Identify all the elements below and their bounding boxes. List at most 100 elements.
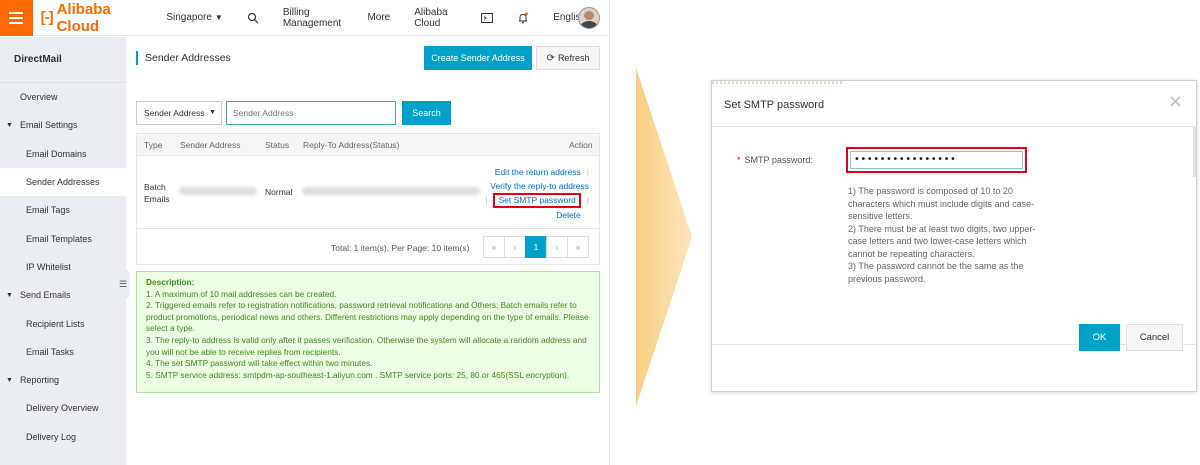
search-field-select-value: Sender Address [144, 108, 205, 118]
refresh-label: Refresh [557, 53, 590, 63]
pager-next-button[interactable]: › [546, 236, 568, 258]
page-title: Sender Addresses [136, 51, 231, 65]
row-status: Normal [265, 187, 293, 197]
avatar[interactable] [578, 7, 600, 29]
create-sender-address-button[interactable]: Create Sender Address [424, 46, 532, 70]
smtp-password-label: * SMTP password: [737, 155, 813, 165]
pagination-total: Total: 1 item(s), Per Page: 10 item(s) [331, 243, 470, 253]
cancel-button[interactable]: Cancel [1126, 324, 1183, 351]
console-screenshot: [-] Alibaba Cloud Singapore ▼ Billing Ma… [0, 0, 610, 465]
sidebar-group-email-settings[interactable]: ▼ Email Settings [0, 111, 126, 139]
smtp-password-input[interactable]: •••••••••••••••• [850, 151, 1023, 169]
col-action: Action [569, 140, 593, 150]
pager-page-button[interactable]: 1 [525, 236, 547, 258]
pager-first-button[interactable]: « [483, 236, 505, 258]
sidebar-group-reporting[interactable]: ▼ Reporting [0, 366, 126, 394]
caret-down-icon: ▼ [214, 13, 223, 22]
sender-table: Type Sender Address Status Reply-To Addr… [136, 133, 600, 265]
terminal-icon[interactable] [481, 12, 494, 24]
sidebar-item-delivery-overview[interactable]: Delivery Overview [0, 394, 126, 422]
transition-arrow-icon [636, 68, 692, 406]
action-separator: | [586, 167, 589, 177]
blurred-reply-to-address [302, 187, 480, 195]
password-rules: 1) The password is composed of 10 to 20 … [848, 185, 1038, 285]
refresh-button[interactable]: ⟳ Refresh [536, 46, 600, 70]
nav-billing-management[interactable]: Billing Management [283, 7, 344, 29]
delete-link[interactable]: Delete [556, 210, 581, 220]
pager-prev-button[interactable]: ‹ [504, 236, 526, 258]
sidebar-item-label: Reporting [19, 375, 59, 386]
description-line: 1. A maximum of 10 mail addresses can be… [146, 288, 337, 299]
row-type: Batch Emails [144, 182, 170, 204]
smtp-password-label-text: SMTP password: [744, 155, 813, 165]
sidebar-item-label: Email Tags [26, 205, 70, 216]
sidebar-item-label: Recipient Lists [26, 318, 85, 329]
region-selector[interactable]: Singapore ▼ [166, 12, 223, 23]
sidebar-item-email-tags[interactable]: Email Tags [0, 196, 126, 224]
search-field-select[interactable]: Sender Address ▼ [136, 101, 222, 125]
description-line: 3. The reply-to address is valid only af… [146, 334, 587, 357]
search-icon[interactable] [247, 12, 259, 24]
table-footer: Total: 1 item(s), Per Page: 10 item(s) «… [137, 230, 599, 264]
sidebar-item-label: Overview [20, 92, 58, 103]
sidebar-item-overview[interactable]: Overview [0, 83, 126, 111]
dialog-header: Set SMTP password × [712, 81, 1196, 127]
sidebar-item-delivery-log[interactable]: Delivery Log [0, 423, 126, 451]
dialog-footer: OK Cancel [712, 324, 1196, 391]
notification-bell-icon[interactable] [517, 12, 529, 24]
sidebar-item-ip-whitelist[interactable]: IP Whitelist [0, 253, 126, 281]
pagination: « ‹ 1 › » [483, 236, 589, 258]
set-smtp-password-link[interactable]: Set SMTP password [498, 195, 575, 205]
sidebar-item-email-domains[interactable]: Email Domains [0, 140, 126, 168]
col-type: Type [144, 140, 163, 150]
description-heading: Description: [146, 277, 195, 287]
sidebar-collapse-toggle-icon[interactable]: ☰ [116, 270, 130, 298]
logo-text: Alibaba Cloud [56, 0, 111, 35]
pager-last-button[interactable]: » [567, 236, 589, 258]
sidebar-item-sender-addresses[interactable]: Sender Addresses [0, 167, 126, 197]
description-line: 5. SMTP service address: smtpdm-ap-south… [146, 369, 570, 380]
nav-alibaba-cloud[interactable]: Alibaba Cloud [414, 7, 457, 29]
close-icon[interactable]: × [1168, 93, 1183, 111]
alibaba-cloud-logo[interactable]: [-] Alibaba Cloud [41, 1, 147, 35]
dialog-body: * SMTP password: •••••••••••••••• 1) The … [712, 127, 1196, 345]
triangle-down-icon: ▼ [6, 121, 13, 129]
smtp-password-dialog: Set SMTP password × * SMTP password: ••••… [711, 80, 1197, 392]
sidebar-item-email-templates[interactable]: Email Templates [0, 224, 126, 252]
sidebar-item-label: IP Whitelist [26, 261, 71, 272]
sidebar-item-label: Email Tasks [26, 346, 74, 357]
col-status: Status [265, 140, 290, 150]
description-line: 4. The set SMTP password will take effec… [146, 358, 373, 369]
menu-icon[interactable] [0, 0, 33, 36]
action-separator: | [586, 195, 589, 205]
row-actions: Edit the return address | Verify the repl… [485, 165, 589, 222]
verify-reply-to-link[interactable]: Verify the reply-to address [490, 181, 589, 191]
triangle-down-icon: ▼ [6, 376, 13, 384]
top-nav: Singapore ▼ Billing Management More Alib… [166, 7, 609, 29]
highlight-box: •••••••••••••••• [846, 147, 1027, 173]
col-reply-to: Reply-To Address(Status) [303, 140, 400, 150]
description-box: Description: 1. A maximum of 10 mail add… [136, 271, 600, 393]
sidebar-title: DirectMail [0, 37, 126, 83]
sidebar-item-label: Email Domains [26, 148, 87, 159]
caret-down-icon: ▼ [209, 109, 216, 116]
search-button[interactable]: Search [402, 101, 451, 125]
sidebar-item-label: Send Emails [19, 290, 71, 301]
search-row: Sender Address ▼ Search [136, 101, 602, 125]
highlight-box: Set SMTP password [493, 193, 581, 208]
main-content: Sender Addresses Create Sender Address ⟳… [136, 37, 602, 465]
nav-more[interactable]: More [367, 12, 390, 23]
sidebar-item-email-tasks[interactable]: Email Tasks [0, 338, 126, 366]
table-row: Batch Emails Normal Edit the return addr… [137, 156, 599, 229]
ok-button[interactable]: OK [1079, 324, 1120, 351]
edit-return-address-link[interactable]: Edit the return address [495, 167, 581, 177]
sidebar-item-recipient-lists[interactable]: Recipient Lists [0, 309, 126, 337]
sidebar-item-label: Delivery Log [26, 431, 77, 442]
blurred-sender-address [179, 187, 257, 195]
logo-mark-icon: [-] [40, 9, 54, 26]
search-input[interactable] [226, 101, 396, 125]
sidebar-group-send-emails[interactable]: ▼ Send Emails [0, 281, 126, 309]
sidebar-item-label: Sender Addresses [26, 177, 100, 188]
sidebar: DirectMail Overview ▼ Email Settings Emai… [0, 37, 126, 465]
password-rule: 3) The password cannot be the same as th… [848, 261, 1024, 284]
